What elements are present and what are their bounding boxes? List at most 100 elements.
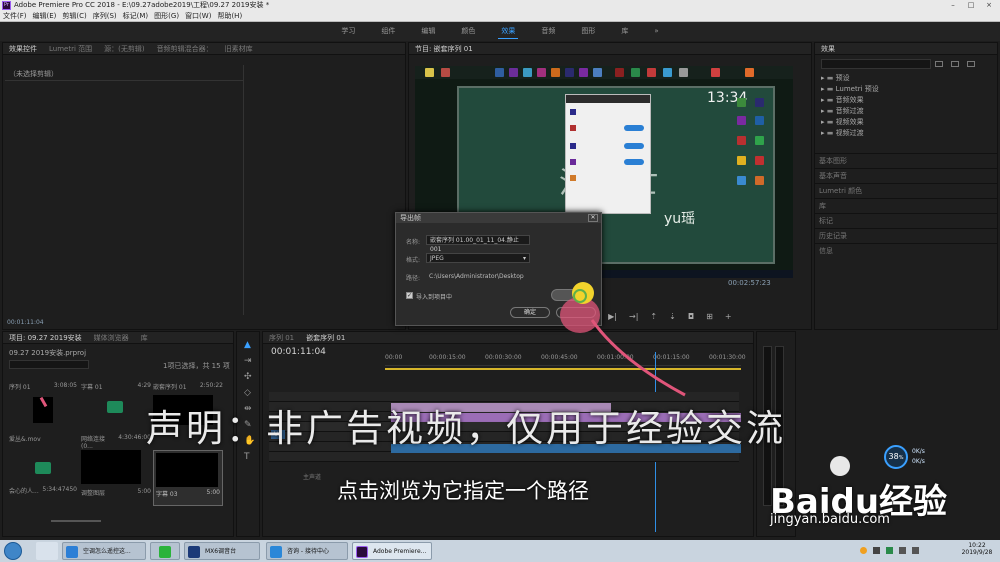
workspace-more-button[interactable]: »: [641, 22, 671, 41]
menu-graphics[interactable]: 图形(G): [154, 11, 179, 21]
desktop-top-icons: [415, 66, 793, 79]
handwriting-text: yu瑶: [664, 211, 696, 227]
ripple-edit-tool-icon[interactable]: ✣: [244, 372, 252, 382]
ok-button[interactable]: 确定: [510, 307, 550, 318]
tab-effect-controls[interactable]: 效果控件: [9, 43, 37, 54]
tray-icon: [873, 547, 880, 554]
dialog-title: 导出帧: [396, 213, 601, 223]
windows-taskbar: 空调怎么遥控这... MX6调音台 咨询 - 接待中心 Adobe Premie…: [0, 540, 1000, 562]
pointer-trail: [590, 319, 686, 397]
workspace-assembly[interactable]: 组件: [368, 22, 408, 41]
selection-count: 1项已选择，共 15 项: [163, 362, 230, 370]
clip-label: 爱丛&.mov: [9, 436, 41, 443]
razor-tool-icon[interactable]: ◇: [244, 388, 251, 398]
tray-icon: [860, 547, 867, 554]
filename-input[interactable]: 嵌套序列 01.00_01_11_04.静止001: [426, 235, 530, 253]
section-markers[interactable]: 标记: [815, 213, 997, 228]
section-essential-graphics[interactable]: 基本图形: [815, 153, 997, 168]
system-tray: [860, 547, 920, 555]
effects-search-input[interactable]: [821, 59, 931, 69]
tutorial-cursor-annotation: [560, 282, 686, 397]
tab-media-browser[interactable]: 媒体浏览器: [94, 332, 129, 343]
effects-folder-video-effects[interactable]: ▸ ▬ 视频效果: [821, 117, 879, 128]
import-checkbox[interactable]: ✓: [406, 292, 413, 299]
button-editor-icon[interactable]: ⊞: [706, 312, 713, 322]
new-bin-icon[interactable]: [935, 61, 943, 67]
effects-tree: ▸ ▬ 预设 ▸ ▬ Lumetri 预设 ▸ ▬ 音频效果 ▸ ▬ 音频过渡 …: [821, 73, 879, 139]
network-icon: [899, 547, 906, 554]
menu-edit[interactable]: 编辑(E): [33, 11, 57, 21]
menu-window[interactable]: 窗口(W): [185, 11, 211, 21]
tab-sequence-01[interactable]: 序列 01: [269, 332, 294, 343]
tab-source[interactable]: 源：(无剪辑): [104, 43, 144, 54]
zoom-slider[interactable]: [51, 520, 101, 522]
taskbar-item-browser[interactable]: 空调怎么遥控这...: [62, 542, 146, 560]
taskbar-clock[interactable]: 10:22 2019/9/28: [960, 542, 994, 556]
clip-thumbnail[interactable]: 会心的人... 5:34:47450: [9, 450, 77, 506]
clip-thumbnail[interactable]: 调整图层 5:00: [81, 450, 151, 506]
workspace-libraries[interactable]: 库: [608, 22, 641, 41]
menubar: 文件(F) 编辑(E) 剪辑(C) 序列(S) 标记(M) 图形(G) 窗口(W…: [0, 11, 1000, 22]
workspace-audio[interactable]: 音频: [528, 22, 568, 41]
section-libraries[interactable]: 库: [815, 198, 997, 213]
accelerated-icon[interactable]: [951, 61, 959, 67]
effects-folder-lumetri-presets[interactable]: ▸ ▬ Lumetri 预设: [821, 84, 879, 95]
effects-folder-audio-effects[interactable]: ▸ ▬ 音频效果: [821, 95, 879, 106]
yuv-icon[interactable]: [967, 61, 975, 67]
source-panel-tabs: 效果控件 Lumetri 范围 源：(无剪辑) 音频剪辑混合器： 旧素材库: [3, 43, 405, 55]
clip-thumbnail-selected[interactable]: 字幕 03 5:00: [153, 450, 223, 506]
tab-lumetri-scopes[interactable]: Lumetri 范围: [49, 43, 92, 54]
taskbar-item-wechat[interactable]: [150, 542, 180, 560]
tab-program[interactable]: 节目: 嵌套序列 01: [415, 43, 473, 54]
workspace-bar: 学习 组件 编辑 颜色 效果 音频 图形 库 »: [0, 22, 1000, 41]
window-titlebar: Pr Adobe Premiere Pro CC 2018 - E:\09.27…: [0, 0, 1000, 11]
section-history[interactable]: 历史记录: [815, 228, 997, 243]
clip-thumbnail[interactable]: 字幕 01 4:29: [81, 382, 151, 438]
effects-folder-video-transitions[interactable]: ▸ ▬ 视频过渡: [821, 128, 879, 139]
tab-audio-clip-mixer[interactable]: 音频剪辑混合器：: [157, 43, 213, 54]
tab-libraries[interactable]: 库: [141, 332, 148, 343]
watermark-url: jingyan.baidu.com: [770, 512, 890, 527]
tray-icon: [886, 547, 893, 554]
timeline-timecode: 00:01:11:04: [271, 347, 326, 357]
workspace-graphics[interactable]: 图形: [568, 22, 608, 41]
add-button-icon[interactable]: +: [725, 312, 732, 322]
menu-marker[interactable]: 标记(M): [123, 11, 149, 21]
tab-project[interactable]: 项目: 09.27 2019安装: [9, 332, 82, 343]
track-select-tool-icon[interactable]: ⇥: [244, 356, 252, 366]
menu-help[interactable]: 帮助(H): [217, 11, 242, 21]
clip-thumbnail[interactable]: 序列 01 3:08:05: [9, 382, 77, 438]
section-essential-sound[interactable]: 基本声音: [815, 168, 997, 183]
taskbar-item-consult[interactable]: 咨询 - 接待中心: [266, 542, 348, 560]
taskbar-item-mx6[interactable]: MX6调音台: [184, 542, 260, 560]
effects-folder-audio-transitions[interactable]: ▸ ▬ 音频过渡: [821, 106, 879, 117]
workspace-editing[interactable]: 编辑: [408, 22, 448, 41]
close-button[interactable]: ×: [980, 0, 998, 11]
workspace-color[interactable]: 颜色: [448, 22, 488, 41]
minimize-button[interactable]: –: [944, 0, 962, 11]
start-button[interactable]: [4, 542, 22, 560]
workspace-effects[interactable]: 效果: [488, 22, 528, 41]
maximize-button[interactable]: □: [962, 0, 980, 11]
tab-nested-sequence-01[interactable]: 嵌套序列 01: [306, 332, 345, 343]
tab-legacy-titles[interactable]: 旧素材库: [225, 43, 253, 54]
effects-folder-presets[interactable]: ▸ ▬ 预设: [821, 73, 879, 84]
section-info[interactable]: 信息: [815, 243, 997, 258]
selection-tool-icon[interactable]: ▲: [244, 340, 251, 350]
menu-file[interactable]: 文件(F): [3, 11, 27, 21]
baidu-paw-icon: [830, 456, 850, 476]
type-tool-icon[interactable]: T: [244, 452, 250, 462]
side-panel-sections: 基本图形 基本声音 Lumetri 颜色 库 标记 历史记录 信息: [815, 153, 997, 258]
section-lumetri-color[interactable]: Lumetri 颜色: [815, 183, 997, 198]
menu-sequence[interactable]: 序列(S): [93, 11, 117, 21]
effects-panel: 效果 ▸ ▬ 预设 ▸ ▬ Lumetri 预设 ▸ ▬ 音频效果 ▸ ▬ 音频…: [814, 42, 998, 330]
menu-clip[interactable]: 剪辑(C): [62, 11, 86, 21]
divider: [243, 65, 244, 315]
program-duration: 00:02:57:23: [728, 279, 771, 287]
pinned-app-icon[interactable]: [36, 542, 58, 560]
taskbar-item-premiere[interactable]: Adobe Premiere...: [352, 542, 432, 560]
workspace-learn[interactable]: 学习: [328, 22, 368, 41]
project-search-input[interactable]: [9, 360, 89, 369]
format-select[interactable]: JPEG ▾: [426, 253, 530, 263]
dialog-close-button[interactable]: ✕: [588, 214, 598, 222]
